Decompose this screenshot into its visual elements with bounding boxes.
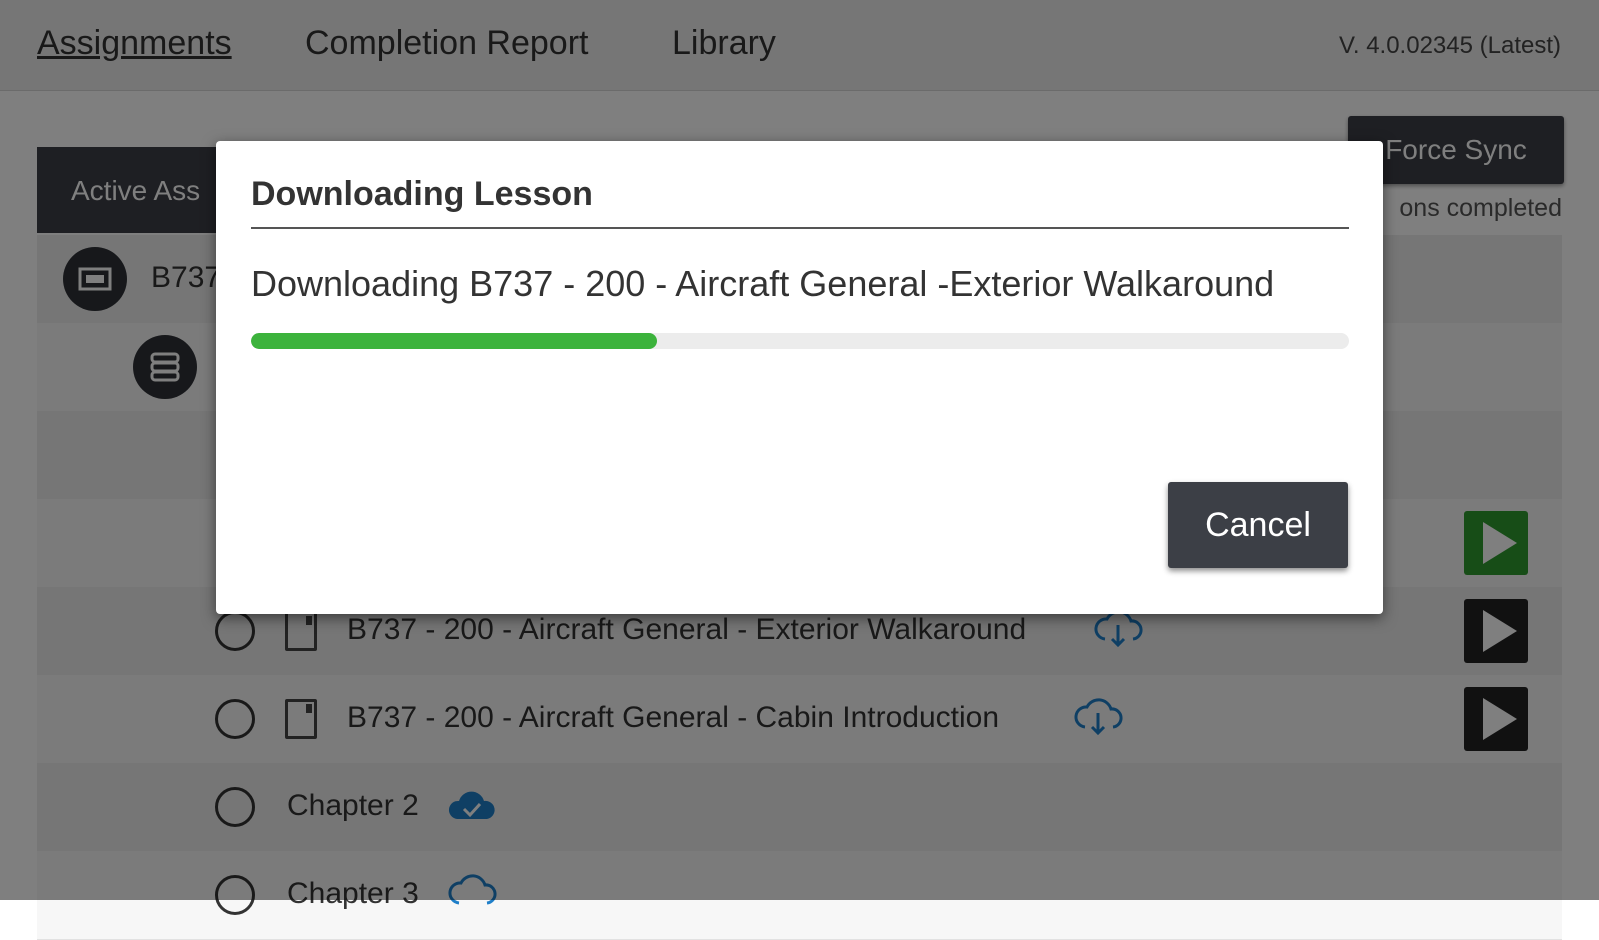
download-progress-fill (251, 333, 658, 349)
dialog-message: Downloading B737 - 200 - Aircraft Genera… (251, 263, 1275, 304)
downloading-lesson-dialog: Downloading Lesson Downloading B737 - 20… (216, 141, 1383, 614)
download-progress-bar (251, 333, 1349, 349)
dialog-title: Downloading Lesson (251, 175, 593, 213)
cancel-button[interactable]: Cancel (1168, 482, 1348, 568)
dialog-divider (251, 227, 1349, 229)
